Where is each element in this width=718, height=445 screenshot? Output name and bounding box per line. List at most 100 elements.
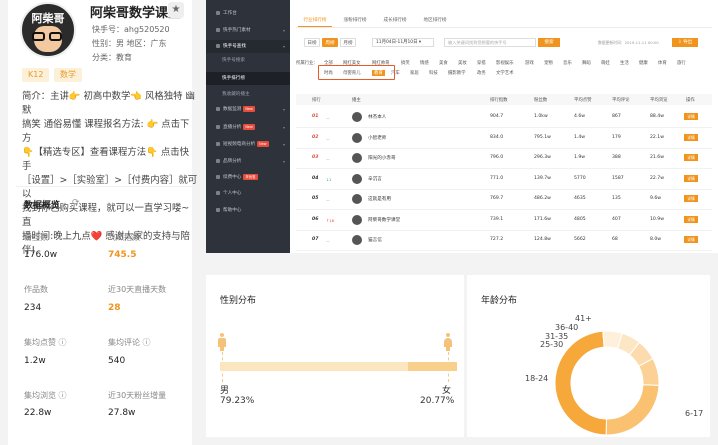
category-chip[interactable]: 影视娱乐: [496, 60, 514, 66]
creator-name[interactable]: 猫言信: [368, 237, 382, 243]
category-chip[interactable]: 旅行: [677, 60, 686, 66]
detail-button[interactable]: 详情: [684, 133, 698, 141]
creator-name[interactable]: 阳光的小赤哥: [368, 155, 396, 161]
category-chip[interactable]: 情感: [420, 60, 429, 66]
info-icon[interactable]: ⓘ: [59, 338, 67, 347]
sidebar-item[interactable]: 快手号搜索: [206, 54, 290, 67]
category-chip[interactable]: 舞蹈: [582, 60, 591, 66]
creator-avatar[interactable]: [352, 173, 362, 184]
date-range-select[interactable]: 11月04日-11月10日 ▾: [372, 38, 434, 47]
info-icon[interactable]: ⓘ: [59, 391, 67, 400]
category-chip[interactable]: 穿搭: [477, 60, 486, 66]
stat-works-label: 作品数: [24, 285, 48, 294]
sidebar-item[interactable]: 个人中心: [206, 187, 290, 200]
creator-name[interactable]: 林杰本人: [368, 114, 386, 120]
creator-avatar[interactable]: [352, 112, 362, 122]
period-month-button[interactable]: 月榜: [340, 38, 356, 47]
sidebar-item[interactable]: 数据监测 New ▾: [206, 103, 290, 116]
sidebar-item[interactable]: 短视频电商分析 New ▾: [206, 138, 290, 151]
info-icon[interactable]: ⓘ: [143, 338, 151, 347]
category-chip[interactable]: 宠物: [544, 60, 553, 66]
sidebar-item[interactable]: 快手号查找 ▾: [206, 40, 290, 53]
sidebar-item[interactable]: 快手热门素材 ▾: [206, 24, 290, 37]
gender-title: 性别分布: [220, 296, 257, 306]
sidebar-item[interactable]: 直播分析 New ▾: [206, 121, 290, 134]
stat-index-value: 745.5: [108, 250, 137, 260]
detail-button[interactable]: 详情: [684, 154, 698, 161]
detail-button[interactable]: 详情: [684, 236, 698, 243]
tab-fans-growth[interactable]: 涨粉排行榜: [338, 15, 372, 27]
category-chip[interactable]: 健康: [639, 60, 648, 66]
creator-avatar[interactable]: [352, 153, 362, 163]
creator-name[interactable]: 辛沉言: [368, 176, 382, 182]
cell-fans: 124.8w: [534, 237, 551, 242]
category-chip[interactable]: 摄影教学: [448, 70, 466, 76]
tag-math[interactable]: 数学: [54, 68, 82, 82]
cell-index: 771.0: [490, 175, 504, 181]
creator-avatar[interactable]: [352, 214, 362, 225]
category-chip[interactable]: 搞笑: [401, 60, 410, 66]
profile-panel: 阿柴哥 阿柴哥数学课堂 ★ 快手号：ahg520520 性别：男 地区：广东 分…: [8, 0, 197, 445]
sidebar-item[interactable]: 快手排行榜: [206, 72, 290, 85]
search-button[interactable]: 搜索: [538, 38, 560, 47]
category-chip[interactable]: 萌娃: [601, 60, 610, 66]
creator-name[interactable]: 阿柴哥数学课堂: [368, 217, 400, 223]
nav-icon: [216, 10, 220, 15]
sidebar-item[interactable]: 品牌分析 ▾: [206, 155, 290, 168]
detail-button[interactable]: 详情: [684, 113, 698, 120]
cell-comments: 1587: [612, 175, 624, 181]
tab-growth[interactable]: 成长排行榜: [378, 15, 412, 27]
stat-fans-value: 176.0w: [24, 250, 58, 260]
sidebar-item-label: 短视频电商分析: [223, 142, 256, 147]
category-chip[interactable]: 美妆: [458, 60, 467, 66]
detail-button[interactable]: 详情: [684, 215, 698, 223]
category-chip[interactable]: 音乐: [563, 60, 572, 66]
chevron-down-icon: ▾: [282, 44, 285, 49]
category-chip[interactable]: 生活: [620, 60, 629, 66]
table-row-divider: [296, 168, 712, 169]
detail-button[interactable]: 详情: [684, 174, 698, 182]
category-chip[interactable]: 美食: [439, 60, 448, 66]
creator-name[interactable]: 这就是有用: [368, 196, 391, 202]
period-week-button[interactable]: 周榜: [322, 38, 338, 47]
rank-change: ↑16: [326, 217, 335, 223]
age-slice-18-24[interactable]: [605, 384, 660, 436]
profile-category: 分类：教育: [92, 53, 132, 62]
sidebar-item[interactable]: 续费中心 享优惠: [206, 171, 290, 184]
tab-industry[interactable]: 行业排行榜: [298, 15, 332, 27]
category-chip[interactable]: 科技: [429, 70, 438, 76]
sidebar-item-label: 快手热门素材: [223, 28, 251, 33]
nav-icon: [216, 207, 220, 212]
creator-avatar[interactable]: [352, 194, 362, 204]
female-label: 女: [442, 386, 452, 396]
creator-name[interactable]: 小智老师: [368, 135, 386, 141]
category-chip[interactable]: 文学艺术: [496, 70, 514, 76]
table-column-header: 粉丝数: [534, 98, 548, 103]
period-day-button[interactable]: 日榜: [304, 38, 320, 47]
sidebar-item[interactable]: 我收藏的播主: [206, 88, 290, 101]
male-percent: 79.23%: [220, 396, 255, 406]
category-chip[interactable]: 游戏: [525, 60, 534, 66]
sidebar-item-label: 快手号查找: [223, 44, 246, 49]
refresh-icon[interactable]: ⟳: [72, 198, 80, 208]
category-chip[interactable]: 体育: [658, 60, 667, 66]
creator-avatar[interactable]: [352, 132, 362, 143]
tab-region[interactable]: 地区排行榜: [418, 15, 452, 27]
category-chip[interactable]: 家居: [410, 70, 419, 76]
rank-number: 03: [312, 155, 319, 160]
creator-avatar[interactable]: [352, 235, 362, 245]
sidebar-item-label: 个人中心: [223, 191, 242, 196]
sidebar-item[interactable]: 工作台: [206, 7, 290, 20]
favorite-star-icon[interactable]: ★: [168, 2, 184, 18]
table-column-header: 平均评论: [612, 98, 630, 103]
table-row-divider: [296, 229, 712, 231]
tag-k12[interactable]: K12: [22, 68, 50, 82]
sidebar-item[interactable]: 帮助中心: [206, 204, 290, 217]
avatar[interactable]: 阿柴哥: [20, 2, 76, 58]
export-button[interactable]: ⇩ 导出: [672, 38, 698, 47]
cell-views: 22.1w: [650, 134, 664, 140]
category-chip[interactable]: 政务: [477, 70, 486, 76]
search-input[interactable]: 输入关键词找到您想要的快手号: [444, 38, 536, 47]
sidebar-item-label: 工作台: [223, 11, 237, 16]
detail-button[interactable]: 详情: [684, 195, 698, 202]
